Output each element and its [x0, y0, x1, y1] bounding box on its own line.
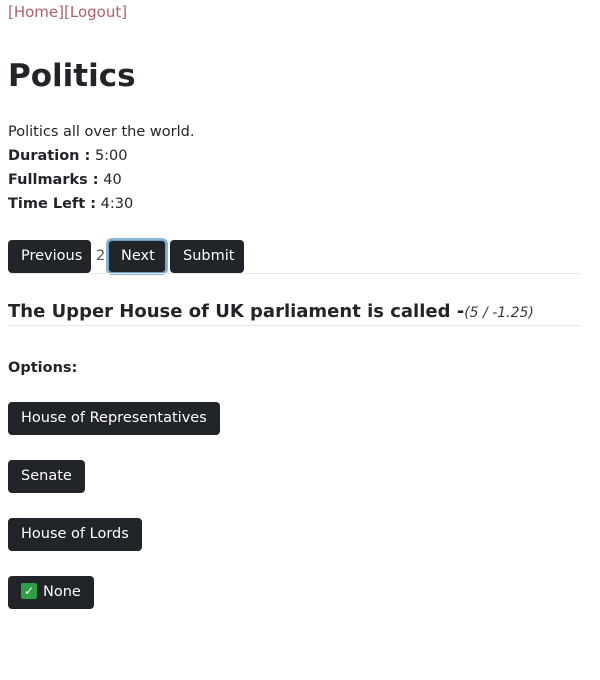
top-nav: [Home][Logout] — [8, 2, 127, 22]
home-link[interactable]: [Home] — [8, 3, 64, 21]
duration-value: 5:00 — [94, 148, 128, 164]
question-text: The Upper House of UK parliament is call… — [8, 300, 534, 325]
option-house-of-representatives[interactable]: House of Representatives — [8, 402, 220, 435]
question-marks: (5 / -1.25) — [464, 305, 534, 321]
logout-link[interactable]: [Logout] — [64, 3, 127, 21]
option-label: House of Representatives — [21, 410, 207, 426]
page-title: Politics — [8, 58, 136, 94]
submit-button[interactable]: Submit — [170, 240, 244, 273]
divider-question — [8, 325, 580, 326]
checkmark-icon: ✓ — [21, 582, 37, 599]
quiz-description: Politics all over the world. — [8, 124, 195, 140]
time-left-row: Time Left : 4:30 — [8, 192, 194, 216]
fullmarks-label: Fullmarks : — [8, 172, 99, 188]
next-button[interactable]: Next — [108, 240, 166, 273]
quiz-info: Politics all over the world. Duration : … — [8, 120, 194, 216]
fullmarks-row: Fullmarks : 40 — [8, 168, 194, 192]
option-label: Senate — [21, 468, 72, 484]
options-label: Options: — [8, 360, 78, 376]
previous-button[interactable]: Previous — [8, 240, 91, 273]
duration-label: Duration : — [8, 148, 91, 164]
time-left-label: Time Left : — [8, 196, 97, 212]
duration-row: Duration : 5:00 — [8, 144, 194, 168]
page-number: 2 — [96, 248, 106, 264]
quiz-page: [Home][Logout] Politics Politics all ove… — [0, 0, 600, 680]
divider-top — [8, 273, 580, 274]
option-none[interactable]: ✓ None — [8, 576, 94, 609]
option-label: None — [43, 584, 81, 600]
option-senate[interactable]: Senate — [8, 460, 85, 493]
fullmarks-value: 40 — [103, 172, 122, 188]
time-left-value: 4:30 — [100, 196, 134, 212]
option-house-of-lords[interactable]: House of Lords — [8, 518, 142, 551]
question-label: The Upper House of UK parliament is call… — [8, 301, 465, 322]
option-label: House of Lords — [21, 526, 129, 542]
